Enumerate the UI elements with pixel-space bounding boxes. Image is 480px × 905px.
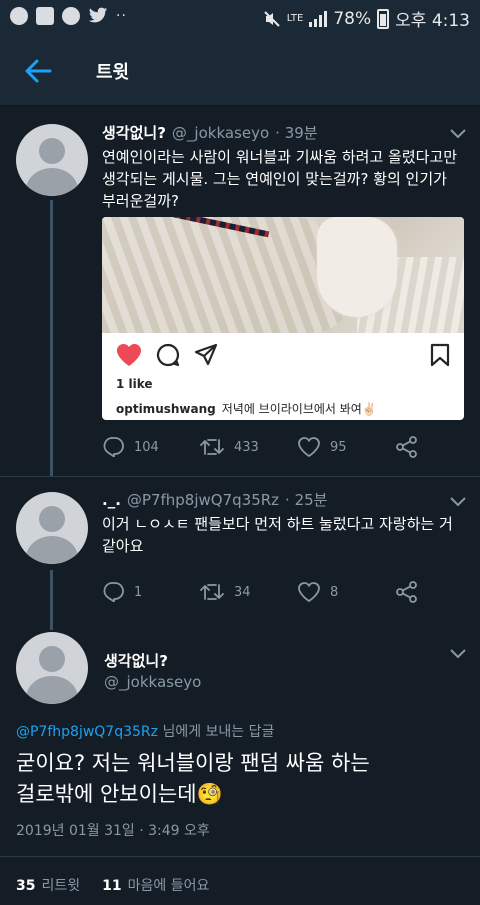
reply-button[interactable]: 1	[102, 582, 200, 602]
hand-shape	[317, 217, 397, 317]
tweet-time: · 39분	[275, 124, 318, 142]
tweet-text: 이거 ㄴㅇㅅㅌ 팬들보다 먼저 하트 눌렀다고 자랑하는 거 같아요	[102, 513, 472, 557]
tweet-actions: 104 433 95	[102, 436, 418, 458]
sweater-pattern	[102, 217, 352, 333]
tweet-timestamp: 2019년 01월 31일 · 3:49 오후	[16, 823, 210, 839]
reply-count: 104	[134, 439, 159, 455]
chevron-down-icon[interactable]	[450, 649, 466, 659]
user-handle[interactable]: @P7fhp8jwQ7q35Rz	[127, 491, 279, 509]
display-name[interactable]: ._.	[102, 491, 121, 509]
reply-to-handle[interactable]: @P7fhp8jwQ7q35Rz	[16, 724, 158, 740]
retweet-icon	[200, 584, 224, 600]
battery-percent: 78%	[333, 8, 372, 29]
tweet-text-line: 이거 ㄴㅇㅅㅌ 팬들보다 먼저 하트 눌렀다고 자랑하는 거	[102, 515, 453, 533]
embed-username[interactable]: optimushwang	[116, 402, 216, 416]
retweet-count: 34	[234, 584, 251, 600]
embed-photo[interactable]	[102, 217, 464, 333]
reply-count: 1	[134, 584, 143, 600]
like-button[interactable]: 8	[298, 582, 396, 602]
comment-icon[interactable]	[156, 343, 180, 367]
user-handle[interactable]: @_jokkaseyo	[172, 124, 269, 142]
thread-connector	[50, 200, 53, 476]
retweet-count: 433	[234, 439, 259, 455]
retweets-stat-count: 35	[16, 878, 36, 894]
reply-button[interactable]: 104	[102, 437, 200, 457]
clock: 오후 4:13	[395, 11, 470, 31]
gallery-icon	[36, 7, 54, 25]
page-title: 트윗	[96, 62, 130, 83]
mute-icon	[264, 10, 280, 27]
like-button[interactable]: 95	[298, 437, 396, 457]
tweet-text-line: 생각되는 게시물. 그는 연예인이 맞는걸까? 황의 인기가	[102, 170, 447, 188]
system-status: LTE 78% 오후 4:13	[263, 6, 470, 31]
user-handle[interactable]: @_jokkaseyo	[104, 673, 201, 691]
tweet-text-line: 연예인이라는 사람이 워너블과 기싸움 하려고 올렸다고만	[102, 148, 458, 166]
reply-context: @P7fhp8jwQ7q35Rz 님에게 보내는 답글	[16, 721, 274, 741]
bookmark-icon[interactable]	[430, 343, 450, 367]
share-button[interactable]	[396, 581, 418, 603]
tweet-text-line: 부러운걸까?	[102, 192, 179, 210]
chevron-down-icon[interactable]	[450, 497, 466, 507]
retweets-stat-label: 리트윗	[41, 878, 81, 894]
twitter-bird-icon	[88, 7, 108, 23]
embed-caption-text: 저녁에 브이라이브에서 봐여✌🏻	[221, 402, 377, 416]
reply-to-label: 님에게 보내는 답글	[158, 724, 275, 740]
likes-stat[interactable]: 11 마음에 들어요	[102, 875, 209, 895]
retweets-stat[interactable]: 35 리트윗	[16, 875, 80, 895]
top-app-bar: 트윗	[0, 36, 480, 106]
tweet-text-line: 같아요	[102, 537, 144, 555]
status-bar: ·· LTE 78% 오후 4:13	[0, 0, 480, 36]
share-icon[interactable]	[194, 343, 218, 367]
back-arrow-icon[interactable]	[24, 58, 52, 84]
embed-like-count: 1 like	[116, 377, 153, 391]
chevron-down-icon[interactable]	[450, 129, 466, 139]
tweet-stats: 35 리트윗 11 마음에 들어요	[16, 875, 209, 895]
avatar[interactable]	[16, 492, 88, 564]
like-count: 95	[330, 439, 347, 455]
avatar[interactable]	[16, 632, 88, 704]
instagram-embed[interactable]: 1 like optimushwang 저녁에 브이라이브에서 봐여✌🏻	[102, 217, 464, 420]
battery-icon	[377, 8, 390, 29]
divider	[0, 476, 480, 477]
divider	[0, 856, 480, 857]
retweet-icon	[200, 439, 224, 455]
display-name[interactable]: 생각없니?	[104, 650, 168, 671]
network-type: LTE	[286, 12, 304, 24]
embed-actions	[116, 343, 218, 367]
embed-caption: optimushwang 저녁에 브이라이브에서 봐여✌🏻	[116, 400, 377, 417]
heart-outline-icon	[298, 437, 320, 457]
retweet-button[interactable]: 34	[200, 583, 298, 601]
share-nodes-icon	[396, 581, 417, 603]
share-button[interactable]	[396, 436, 418, 458]
tweet-text-line: 굳이요? 저는 워너블이랑 팬덤 싸움 하는	[16, 751, 370, 775]
likes-stat-label: 마음에 들어요	[127, 878, 210, 894]
avatar[interactable]	[16, 124, 88, 196]
app-notification-icon	[10, 7, 28, 25]
tweet-text-line: 걸로밖에 안보이는데🧐	[16, 782, 223, 806]
main-tweet-text: 굳이요? 저는 워너블이랑 팬덤 싸움 하는 걸로밖에 안보이는데🧐	[16, 748, 476, 810]
like-count: 8	[330, 584, 339, 600]
tweet-actions: 1 34 8	[102, 581, 418, 603]
heart-outline-icon	[298, 582, 320, 602]
reply-icon	[103, 437, 124, 457]
notification-icons: ··	[10, 7, 127, 25]
retweet-button[interactable]: 433	[200, 438, 298, 456]
reply-icon	[103, 582, 124, 602]
share-nodes-icon	[396, 436, 417, 458]
tweet-header: ._. @P7fhp8jwQ7q35Rz · 25분	[102, 489, 327, 510]
thread-connector	[50, 570, 53, 630]
tweet-header: 생각없니? @_jokkaseyo · 39분	[102, 122, 318, 143]
tweet-time: · 25분	[285, 491, 328, 509]
likes-stat-count: 11	[102, 878, 122, 894]
talk-icon	[62, 7, 80, 25]
display-name[interactable]: 생각없니?	[102, 122, 166, 143]
tweet-text: 연예인이라는 사람이 워너블과 기싸움 하려고 올렸다고만 생각되는 게시물. …	[102, 146, 472, 212]
signal-icon	[309, 10, 328, 27]
more-notifications: ··	[116, 8, 127, 24]
heart-filled-icon[interactable]	[116, 343, 142, 367]
